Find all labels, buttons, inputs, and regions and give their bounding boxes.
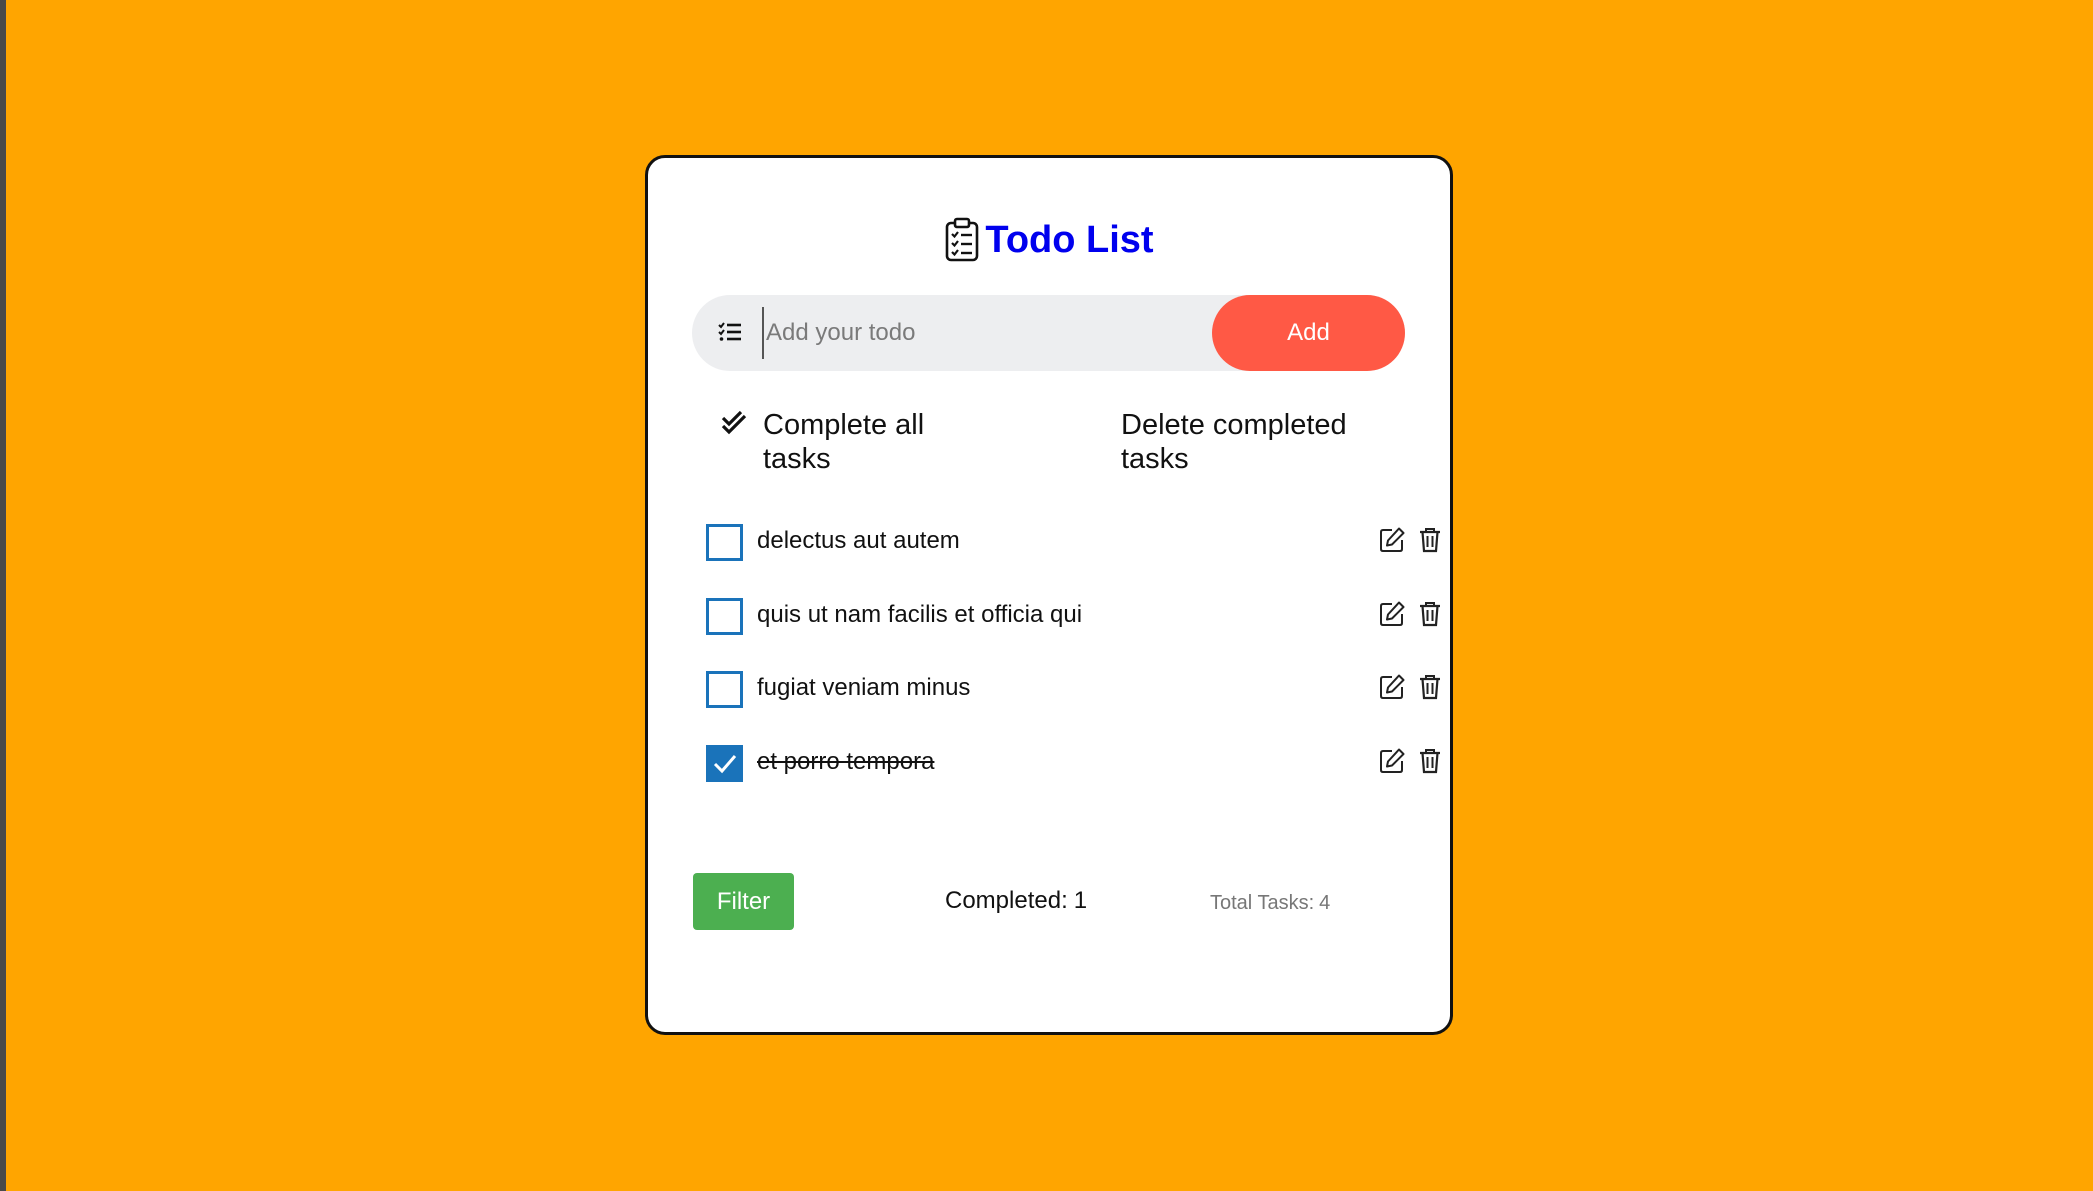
- todo-item: quis ut nam facilis et officia qui: [706, 597, 1440, 672]
- trash-icon[interactable]: [1418, 600, 1446, 628]
- todo-input-bar: Add: [692, 295, 1405, 371]
- total-count: Total Tasks: 4: [1210, 890, 1330, 916]
- todo-list: delectus aut autem quis ut nam facilis et…: [706, 524, 1440, 819]
- completed-count-label: Completed:: [945, 887, 1068, 914]
- double-check-icon[interactable]: [721, 410, 749, 441]
- list-check-icon: [718, 321, 742, 348]
- delete-completed-button[interactable]: Delete completed tasks: [1121, 408, 1381, 476]
- todo-text: fugiat veniam minus: [757, 674, 971, 702]
- header: Todo List: [648, 215, 1450, 265]
- trash-icon[interactable]: [1418, 673, 1446, 701]
- todo-text: delectus aut autem: [757, 527, 960, 554]
- total-count-label: Total Tasks:: [1210, 892, 1315, 914]
- edit-icon[interactable]: [1378, 747, 1406, 775]
- complete-all-button[interactable]: Complete all tasks: [763, 408, 963, 476]
- todo-input[interactable]: [762, 307, 1196, 359]
- trash-icon[interactable]: [1418, 747, 1446, 775]
- window-edge: [0, 0, 6, 1191]
- todo-item: et porro tempora: [706, 744, 1440, 819]
- page-title: Todo List: [985, 219, 1154, 261]
- todo-text: quis ut nam facilis et officia qui: [757, 600, 1083, 628]
- trash-icon[interactable]: [1418, 526, 1446, 554]
- todo-checkbox[interactable]: [706, 524, 743, 561]
- filter-button[interactable]: Filter: [693, 873, 794, 930]
- completed-count: Completed: 1: [945, 886, 1087, 916]
- completed-count-value: 1: [1073, 887, 1088, 914]
- todo-card: Todo List Add Complete all tasks Delete …: [645, 155, 1453, 1035]
- edit-icon[interactable]: [1378, 673, 1406, 701]
- todo-checkbox[interactable]: [706, 744, 743, 782]
- todo-item: fugiat veniam minus: [706, 671, 1440, 745]
- todo-item: delectus aut autem: [706, 524, 1440, 598]
- total-count-value: 4: [1319, 892, 1331, 914]
- todo-checkbox[interactable]: [706, 671, 743, 709]
- add-button[interactable]: Add: [1212, 295, 1405, 371]
- todo-text: et porro tempora: [757, 747, 935, 775]
- edit-icon[interactable]: [1378, 600, 1406, 628]
- clipboard-list-icon: [944, 217, 980, 263]
- todo-checkbox[interactable]: [706, 597, 743, 635]
- edit-icon[interactable]: [1378, 526, 1406, 554]
